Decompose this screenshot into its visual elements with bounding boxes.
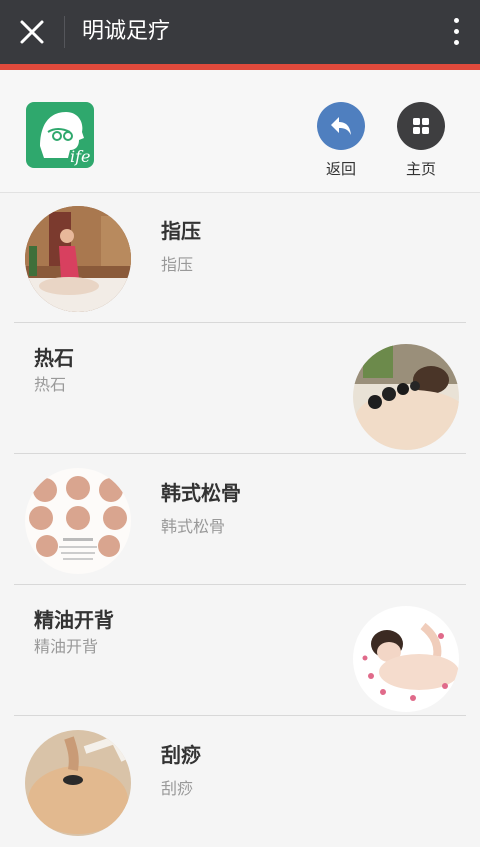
- header: ife 返回 主页: [0, 70, 480, 193]
- list-item[interactable]: 精油开背 精油开背: [0, 586, 480, 716]
- divider: [14, 715, 466, 716]
- item-subtitle: 刮痧: [161, 779, 194, 798]
- divider: [14, 453, 466, 454]
- logo-text: ife: [70, 147, 91, 166]
- list-item[interactable]: 热石 热石: [0, 324, 480, 454]
- item-subtitle: 精油开背: [34, 637, 99, 656]
- item-subtitle: 热石: [34, 375, 67, 394]
- item-title: 韩式松骨: [161, 481, 241, 505]
- home-label: 主页: [405, 160, 436, 178]
- item-title: 指压: [161, 219, 201, 243]
- item-subtitle: 韩式松骨: [161, 517, 226, 536]
- item-title: 精油开背: [34, 608, 114, 632]
- app-logo: ife: [26, 102, 94, 168]
- thumbnail-image: [25, 730, 131, 836]
- item-title: 热石: [34, 346, 74, 370]
- back-button[interactable]: 返回: [311, 102, 371, 179]
- thumbnail-image: [25, 206, 131, 312]
- more-options-icon[interactable]: [452, 18, 460, 46]
- list-item[interactable]: 指压 指压: [0, 193, 480, 323]
- item-subtitle: 指压: [161, 255, 194, 274]
- divider: [64, 16, 65, 48]
- page-title: 明诚足疗: [82, 19, 171, 44]
- home-button[interactable]: 主页: [391, 102, 451, 179]
- thumbnail-image: [353, 344, 459, 450]
- item-title: 刮痧: [161, 743, 201, 767]
- close-icon[interactable]: [14, 14, 50, 50]
- grid-icon: [397, 102, 445, 150]
- back-label: 返回: [325, 160, 356, 178]
- thumbnail-image: [25, 468, 131, 574]
- back-icon: [317, 102, 365, 150]
- divider: [14, 322, 466, 323]
- title-bar: 明诚足疗: [0, 0, 480, 64]
- thumbnail-image: [353, 606, 459, 712]
- list-item[interactable]: 刮痧 刮痧: [0, 717, 480, 847]
- divider: [14, 584, 466, 585]
- list-item[interactable]: 韩式松骨 韩式松骨: [0, 455, 480, 585]
